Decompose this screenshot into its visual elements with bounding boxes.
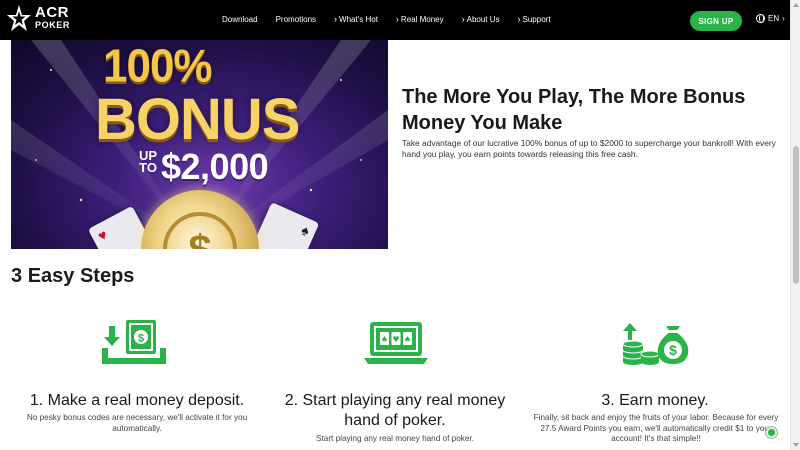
nav-real-money[interactable]: › Real Money xyxy=(396,14,444,24)
page-title: The More You Play, The More Bonus Money … xyxy=(402,86,746,134)
step-3-description: Finally, sit back and enjoy the fruits o… xyxy=(533,413,779,443)
logo-poker-text: POKER xyxy=(35,20,71,30)
logo-acr-text: ACR xyxy=(35,4,69,21)
chevron-right-icon: › xyxy=(517,14,521,24)
svg-text:♥: ♥ xyxy=(392,335,399,344)
language-label: EN xyxy=(768,14,780,23)
banner-amount-text: $2,000 xyxy=(161,146,269,187)
svg-text:♠: ♠ xyxy=(404,335,411,344)
scroll-down-arrow-icon[interactable] xyxy=(793,443,799,447)
nav-download[interactable]: Download xyxy=(222,15,258,24)
chat-widget-button[interactable] xyxy=(766,427,777,438)
language-selector[interactable]: EN › xyxy=(756,14,785,23)
chevron-right-icon: › xyxy=(782,14,785,23)
nav-real-money-label: Real Money xyxy=(400,14,444,24)
money-deposit-icon: $ xyxy=(102,320,166,364)
step-1-description: No pesky bonus codes are necessary, we'l… xyxy=(26,413,248,433)
step-3-title: 3. Earn money. xyxy=(601,392,709,409)
scroll-up-arrow-icon[interactable] xyxy=(793,3,799,7)
svg-text:♠: ♠ xyxy=(381,335,388,344)
star-logo-icon xyxy=(7,5,31,31)
nav-whats-hot-label: What's Hot xyxy=(339,14,378,24)
nav-promotions[interactable]: Promotions xyxy=(276,15,316,24)
chevron-right-icon: › xyxy=(334,14,338,24)
nav-support[interactable]: › Support xyxy=(518,14,551,24)
steps-heading: 3 Easy Steps xyxy=(11,265,135,287)
sign-up-button[interactable]: SIGN UP xyxy=(690,11,742,31)
scrollbar-thumb[interactable] xyxy=(793,146,799,284)
top-navbar: ACR POKER Download Promotions › What's H… xyxy=(0,0,790,40)
banner-upto-text: UP TO xyxy=(139,148,158,175)
step-2-description: Start playing any real money hand of pok… xyxy=(316,434,474,443)
banner-bonus-text: BONUS xyxy=(95,87,300,152)
svg-text:$: $ xyxy=(138,333,144,345)
nav-whats-hot[interactable]: › What's Hot xyxy=(334,14,378,24)
nav-about-us[interactable]: › About Us xyxy=(462,14,500,24)
nav-support-label: Support xyxy=(522,14,551,24)
nav-about-us-label: About Us xyxy=(466,14,500,24)
chevron-right-icon: › xyxy=(395,14,399,24)
nav-promotions-label: Promotions xyxy=(275,14,317,24)
svg-text:$: $ xyxy=(669,342,677,358)
chevron-right-icon: › xyxy=(461,14,465,24)
laptop-cards-icon: ♠ ♥ ♠ xyxy=(364,322,428,364)
bonus-banner-image: 100% BONUS ♥ ♠ $ UP TO $2,000 xyxy=(11,40,388,249)
page-scrollbar[interactable] xyxy=(790,0,800,450)
money-bag-chips-icon: $ xyxy=(622,323,689,365)
nav-download-label: Download xyxy=(222,14,258,24)
step-2-title: 2. Start playing any real money hand of … xyxy=(284,392,506,429)
main-nav: Download Promotions › What's Hot › Real … xyxy=(222,14,569,24)
step-1-title: 1. Make a real money deposit. xyxy=(29,392,245,409)
acr-poker-logo[interactable]: ACR POKER xyxy=(6,4,70,34)
globe-icon xyxy=(756,14,765,23)
hero-description: Take advantage of our lucrative 100% bon… xyxy=(402,138,776,159)
